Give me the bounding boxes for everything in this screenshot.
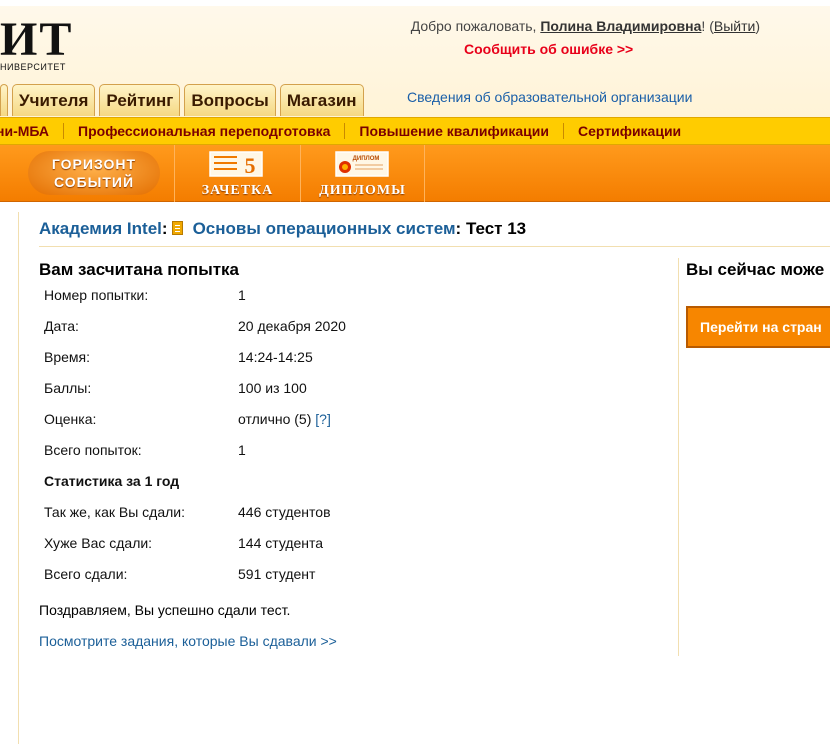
top-banner-strip	[0, 0, 830, 6]
view-tasks-link[interactable]: Посмотрите задания, которые Вы сдавали >…	[39, 633, 337, 649]
welcome-mid: ! (	[701, 18, 714, 34]
stats-heading: Статистика за 1 год	[44, 473, 180, 489]
nav-qualification[interactable]: Повышение квалификации	[345, 123, 564, 139]
stats-value: 446 студентов	[238, 504, 331, 520]
user-name-link[interactable]: Полина Владимировна	[540, 18, 701, 34]
breadcrumb-course-link[interactable]: Основы операционных систем	[193, 219, 456, 238]
breadcrumb: Академия Intel: Основы операционных систе…	[39, 219, 526, 239]
report-error-link[interactable]: Сообщить об ошибке >>	[464, 41, 633, 57]
grade-value: отлично (5)	[238, 411, 312, 427]
detail-key: Дата:	[44, 318, 79, 334]
horizon-events-button[interactable]: ГОРИЗОНТ СОБЫТИЙ	[20, 145, 175, 202]
horizon-events-label: ГОРИЗОНТ СОБЫТИЙ	[28, 151, 160, 195]
detail-value: 1	[238, 442, 246, 458]
sidebar-title: Вы сейчас може	[686, 260, 825, 279]
welcome-message: Добро пожаловать, Полина Владимировна! (…	[411, 18, 760, 34]
site-logo[interactable]: ИТ НИВЕРСИТЕТ	[0, 13, 74, 73]
detail-value: 100 из 100	[238, 380, 307, 396]
breadcrumb-test-title: Тест 13	[465, 219, 527, 238]
tab-partial[interactable]	[0, 84, 8, 116]
detail-value: 1	[238, 287, 246, 303]
tab-questions[interactable]: Вопросы	[184, 84, 276, 116]
logo-sub-text: НИВЕРСИТЕТ	[0, 62, 66, 72]
gradebook-number: 5	[245, 153, 256, 178]
detail-key: Всего попыток:	[44, 442, 142, 458]
breadcrumb-divider	[39, 246, 830, 247]
horizon-line2: СОБЫТИЙ	[53, 174, 135, 190]
diplomas-button[interactable]: ДИПЛОМ ДИПЛОМЫ	[301, 145, 425, 202]
detail-key: Время:	[44, 349, 91, 365]
gradebook-button[interactable]: 5 ЗАЧЕТКА	[175, 145, 301, 202]
result-title: Вам засчитана попытка	[39, 260, 239, 279]
detail-value: 14:24-14:25	[238, 349, 313, 365]
congratulations-text: Поздравляем, Вы успешно сдали тест.	[39, 602, 291, 618]
sidebar-divider	[678, 258, 679, 656]
horizon-line1: ГОРИЗОНТ	[51, 156, 137, 172]
services-bar: ГОРИЗОНТ СОБЫТИЙ 5 ЗАЧЕТКА ДИПЛОМ ДИПЛОМ…	[0, 145, 830, 202]
detail-key: Номер попытки:	[44, 287, 149, 303]
breadcrumb-academy-link[interactable]: Академия Intel	[39, 219, 162, 238]
program-nav: ни-МБА Профессиональная переподготовка П…	[0, 117, 830, 145]
stats-value: 591 студент	[238, 566, 316, 582]
grade-help-link[interactable]: [?]	[315, 411, 331, 427]
logout-link[interactable]: Выйти	[714, 18, 755, 34]
welcome-suffix: )	[755, 18, 760, 34]
detail-key: Оценка:	[44, 411, 97, 427]
stats-key: Всего сдали:	[44, 566, 128, 582]
stats-value: 144 студента	[238, 535, 324, 551]
go-to-page-button[interactable]: Перейти на стран	[686, 306, 830, 348]
detail-value: 20 декабря 2020	[238, 318, 346, 334]
nav-retraining[interactable]: Профессиональная переподготовка	[64, 123, 346, 139]
site-header: ИТ НИВЕРСИТЕТ Добро пожаловать, Полина В…	[0, 0, 830, 118]
stats-key: Хуже Вас сдали:	[44, 535, 153, 551]
nav-mini-mba[interactable]: ни-МБА	[0, 123, 65, 139]
welcome-prefix: Добро пожаловать,	[410, 18, 541, 34]
breadcrumb-separator: :	[455, 219, 462, 238]
diploma-icon: ДИПЛОМ	[335, 151, 389, 177]
detail-value-grade: отлично (5) [?]	[238, 411, 331, 427]
detail-key: Баллы:	[44, 380, 92, 396]
gradebook-icon: 5	[209, 151, 263, 178]
course-document-icon	[171, 221, 183, 235]
main-tabs: Учителя Рейтинг Вопросы Магазин	[0, 84, 368, 116]
diploma-word: ДИПЛОМ	[353, 156, 380, 162]
tab-shop[interactable]: Магазин	[279, 84, 364, 116]
nav-certification[interactable]: Сертификации	[564, 123, 695, 139]
tab-rating[interactable]: Рейтинг	[99, 84, 181, 116]
content-left-border	[18, 212, 19, 744]
org-info-link[interactable]: Сведения об образовательной организации	[407, 89, 692, 105]
diplomas-label: ДИПЛОМЫ	[319, 183, 406, 198]
gradebook-label: ЗАЧЕТКА	[201, 183, 274, 198]
logo-main-text: ИТ	[0, 13, 74, 66]
breadcrumb-separator: :	[161, 219, 168, 238]
tab-teachers[interactable]: Учителя	[12, 84, 96, 116]
stats-key: Так же, как Вы сдали:	[44, 504, 186, 520]
